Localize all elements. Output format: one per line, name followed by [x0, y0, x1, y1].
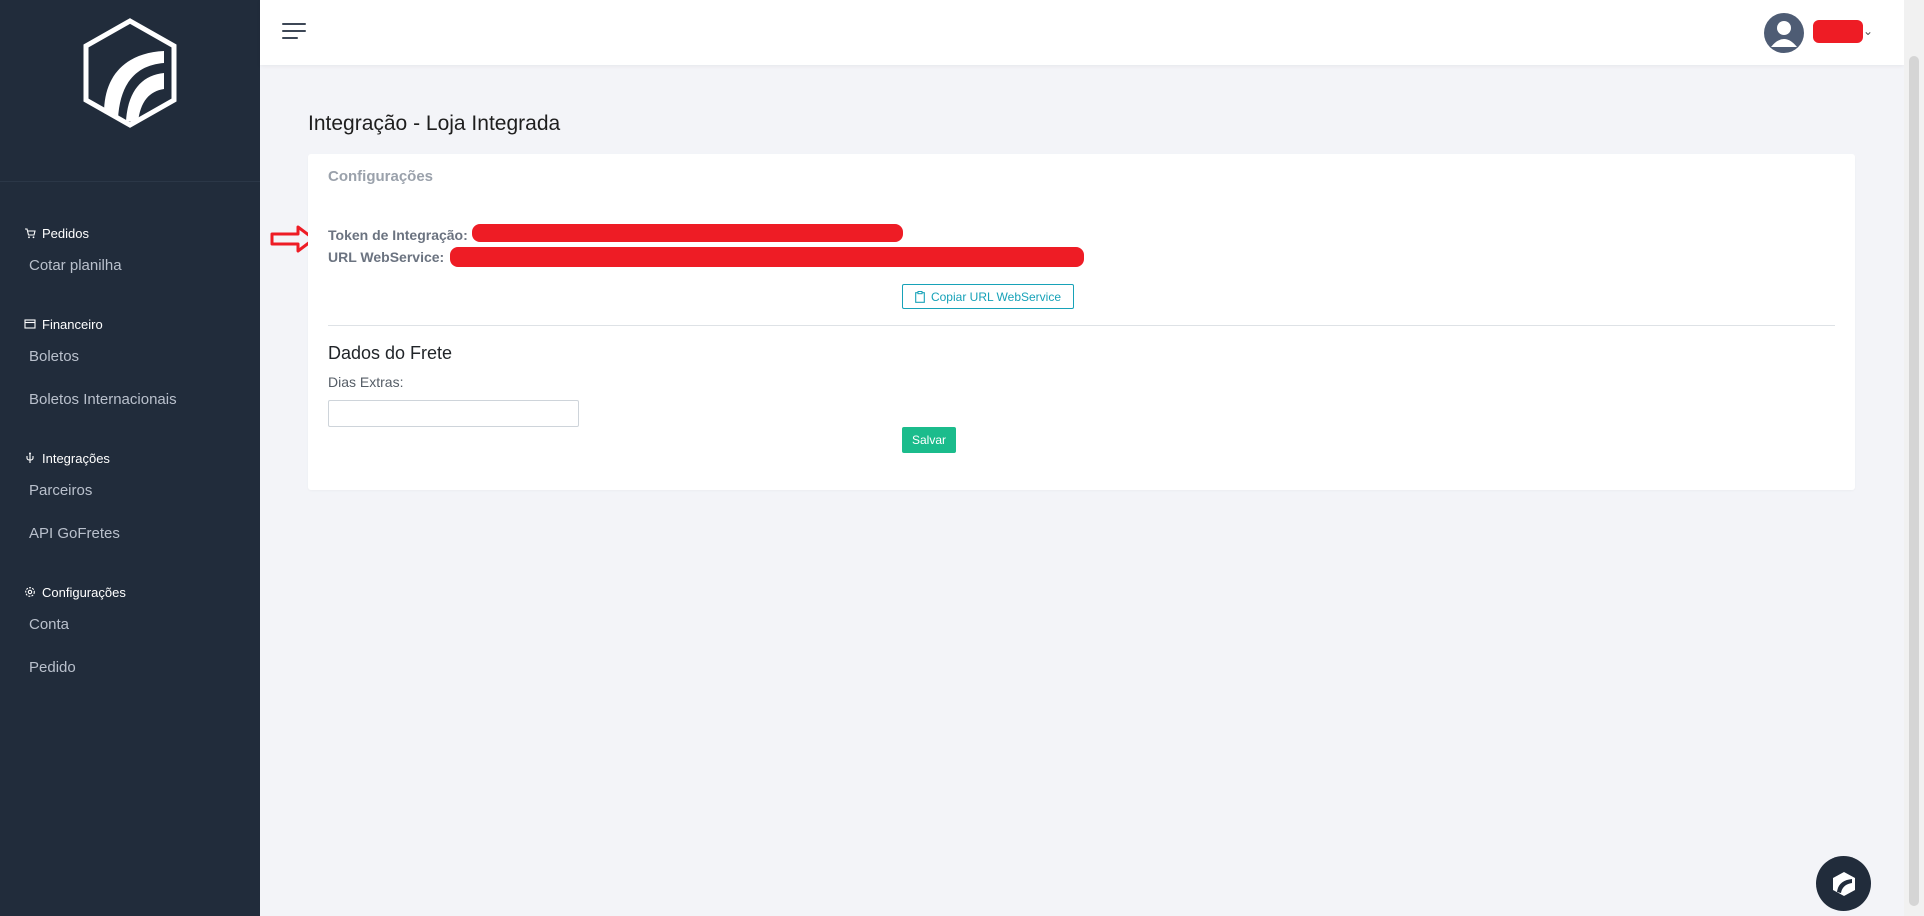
url-webservice-value-redacted	[450, 247, 1084, 267]
sidebar-section-label: Pedidos	[42, 225, 89, 241]
sidebar-section-label: Integrações	[42, 450, 110, 466]
sidebar-item-cotar-planilha[interactable]: Cotar planilha	[0, 244, 260, 287]
sidebar-item-parceiros[interactable]: Parceiros	[0, 469, 260, 512]
token-label: Token de Integração:	[328, 227, 468, 243]
chevron-down-icon[interactable]: ⌄	[1863, 24, 1873, 38]
user-avatar[interactable]	[1764, 13, 1804, 53]
token-value-redacted	[472, 224, 903, 242]
copy-url-webservice-button[interactable]: Copiar URL WebService	[902, 284, 1074, 309]
clipboard-icon	[915, 290, 925, 303]
scrollbar-thumb[interactable]	[1909, 56, 1919, 906]
user-name-redacted[interactable]	[1813, 20, 1863, 43]
extra-days-label: Dias Extras:	[328, 374, 404, 390]
divider	[328, 325, 1835, 326]
extra-days-input[interactable]	[328, 400, 579, 427]
sidebar: Pedidos Cotar planilha Financeiro Boleto…	[0, 0, 260, 916]
url-webservice-label: URL WebService:	[328, 249, 445, 265]
card-header: Configurações	[328, 168, 434, 185]
freight-section-title: Dados do Frete	[328, 343, 453, 363]
save-button[interactable]: Salvar	[902, 427, 956, 453]
user-icon	[1771, 21, 1797, 47]
sidebar-section-label: Financeiro	[42, 316, 103, 332]
sidebar-item-api-gofretes[interactable]: API GoFretes	[0, 512, 260, 555]
sidebar-item-boletos-internacionais[interactable]: Boletos Internacionais	[0, 378, 260, 421]
copy-url-webservice-label: Copiar URL WebService	[930, 289, 1062, 304]
sidebar-item-conta[interactable]: Conta	[0, 603, 260, 646]
sidebar-section-financeiro: Financeiro	[0, 313, 260, 335]
cart-icon	[24, 227, 36, 239]
page-scrollbar[interactable]	[1904, 0, 1924, 916]
sidebar-nav: Pedidos Cotar planilha Financeiro Boleto…	[0, 182, 260, 689]
topbar: ⌄	[260, 0, 1904, 65]
integration-card: Configurações Token de Integração: URL W…	[308, 154, 1855, 490]
sidebar-section-pedidos: Pedidos	[0, 222, 260, 244]
sidebar-item-pedido[interactable]: Pedido	[0, 646, 260, 689]
plug-icon	[24, 452, 36, 464]
sidebar-item-boletos[interactable]: Boletos	[0, 335, 260, 378]
chat-fab-button[interactable]	[1816, 856, 1871, 911]
brand-chat-icon	[1832, 871, 1855, 896]
gear-icon	[24, 586, 36, 598]
sidebar-section-configuracoes: Configurações	[0, 581, 260, 603]
sidebar-section-integracoes: Integrações	[0, 447, 260, 469]
wallet-icon	[24, 318, 36, 330]
menu-toggle-icon[interactable]	[282, 22, 306, 42]
sidebar-logo[interactable]	[0, 0, 260, 182]
brand-logo-icon	[83, 17, 177, 128]
sidebar-section-label: Configurações	[42, 584, 126, 600]
page-title: Integração - Loja Integrada	[308, 112, 561, 135]
